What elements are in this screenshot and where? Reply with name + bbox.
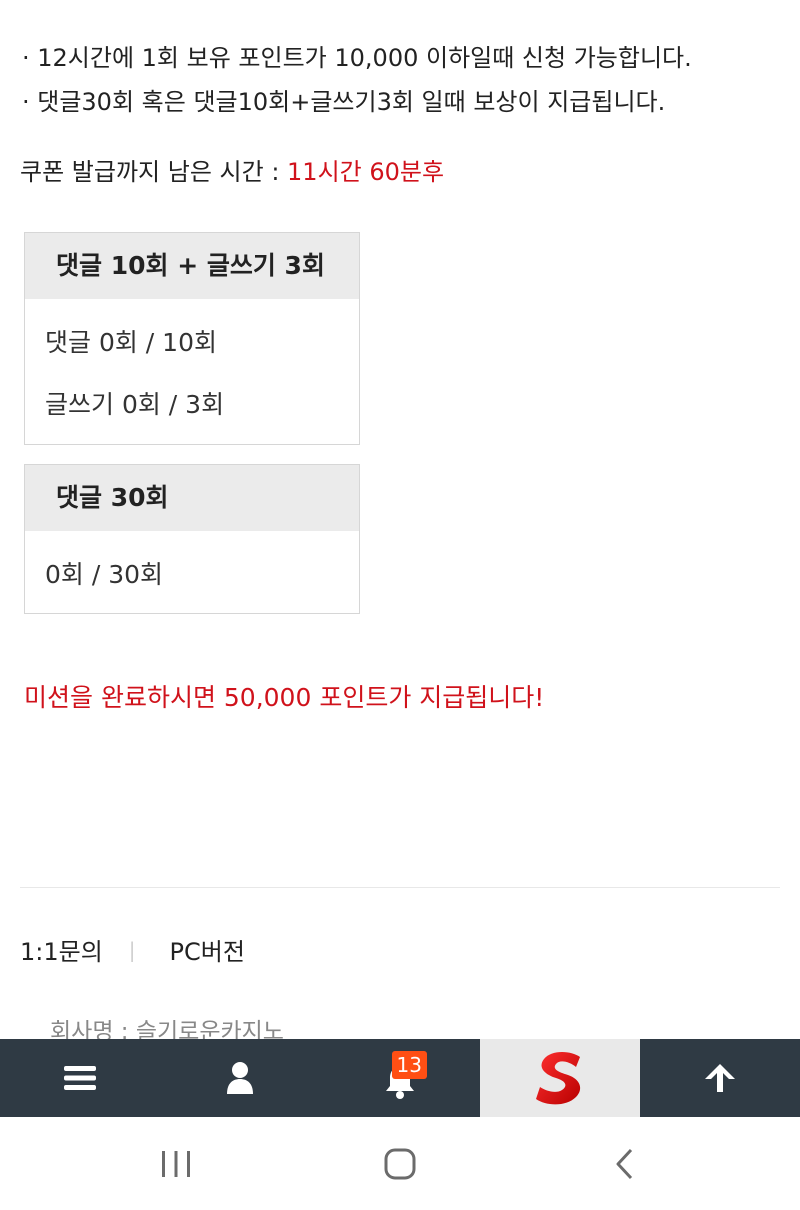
- pc-version-link[interactable]: PC버전: [170, 932, 245, 967]
- mission-comment-progress: 댓글 0회 / 10회: [45, 328, 217, 357]
- mission-comment-progress: 0회 / 30회: [45, 560, 164, 589]
- nav-menu-button[interactable]: [0, 1039, 160, 1117]
- back-icon: [616, 1148, 633, 1179]
- system-nav-bar: [0, 1117, 800, 1210]
- footer-links: 1:1문의 | PC버전: [20, 932, 245, 967]
- nav-notification-button[interactable]: 13: [320, 1039, 480, 1117]
- footer-divider: [20, 887, 780, 888]
- mission-card-comments: 댓글 30회 0회 / 30회: [24, 464, 360, 614]
- recents-button[interactable]: [116, 1117, 236, 1210]
- reward-message: 미션을 완료하시면 50,000 포인트가 지급됩니다!: [24, 683, 545, 712]
- site-logo: [536, 1052, 581, 1105]
- notification-badge: 13: [391, 1051, 427, 1079]
- timer-label: 쿠폰 발급까지 남은 시간 :: [20, 158, 288, 186]
- mission-card-title: 댓글 30회: [25, 465, 359, 531]
- back-button[interactable]: [565, 1117, 685, 1210]
- mission-card-comments-posts: 댓글 10회 + 글쓰기 3회 댓글 0회 / 10회 글쓰기 0회 / 3회: [24, 232, 360, 445]
- home-icon: [384, 1148, 416, 1179]
- timer-value: 11시간 60분후: [287, 158, 445, 186]
- notice-line-2: · 댓글30회 혹은 댓글10회+글쓰기3회 일때 보상이 지급됩니다.: [22, 88, 666, 116]
- notice-line-1: · 12시간에 1회 보유 포인트가 10,000 이하일때 신청 가능합니다.: [22, 44, 692, 72]
- bottom-nav: 13: [0, 1039, 800, 1117]
- footer-separator: |: [128, 937, 136, 962]
- home-button[interactable]: [340, 1117, 460, 1210]
- arrow-up-icon: [705, 1064, 735, 1092]
- user-icon: [227, 1062, 253, 1094]
- nav-scroll-top-button[interactable]: [640, 1039, 800, 1117]
- nav-profile-button[interactable]: [160, 1039, 320, 1117]
- recents-icon: [162, 1150, 190, 1177]
- menu-icon: [64, 1066, 96, 1090]
- nav-home-logo[interactable]: [480, 1039, 640, 1117]
- inquiry-link[interactable]: 1:1문의: [20, 932, 103, 967]
- coupon-timer: 쿠폰 발급까지 남은 시간 : 11시간 60분후: [20, 152, 444, 187]
- mission-post-progress: 글쓰기 0회 / 3회: [45, 390, 225, 419]
- mission-card-title: 댓글 10회 + 글쓰기 3회: [25, 233, 359, 299]
